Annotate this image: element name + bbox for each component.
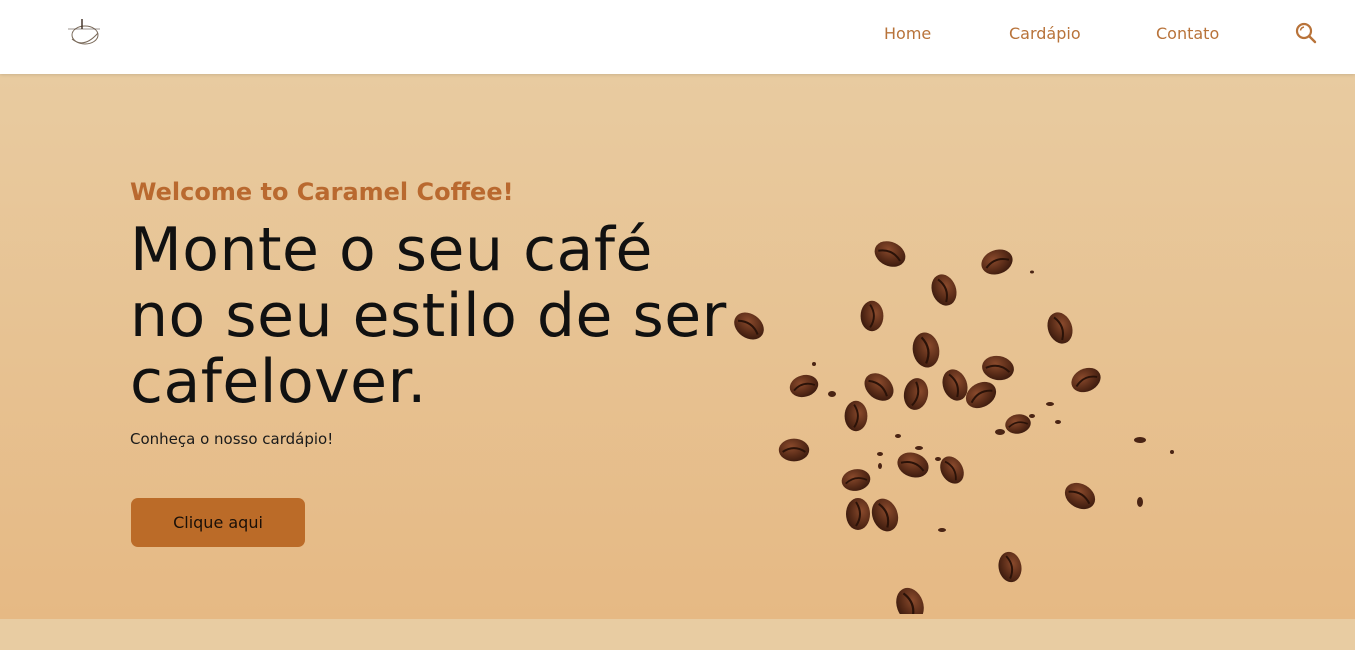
nav-home-link[interactable]: Home xyxy=(884,24,931,44)
flying-coffee-beans-image xyxy=(728,235,1174,614)
nav-contato-link[interactable]: Contato xyxy=(1156,24,1219,44)
hero-headline: Monte o seu café no seu estilo de ser ca… xyxy=(130,217,770,415)
headline-line: cafelover. xyxy=(130,347,427,417)
headline-line: no seu estilo de ser xyxy=(130,281,727,351)
caramel-coffee-logo[interactable] xyxy=(64,15,104,49)
search-icon[interactable] xyxy=(1295,22,1317,44)
section-divider xyxy=(0,619,1355,650)
nav-cardapio-link[interactable]: Cardápio xyxy=(1009,24,1081,44)
headline-line: Monte o seu café xyxy=(130,215,653,285)
clique-aqui-button[interactable]: Clique aqui xyxy=(131,498,305,547)
hero-subtext: Conheça o nosso cardápio! xyxy=(130,430,334,448)
welcome-text: Welcome to Caramel Coffee! xyxy=(130,178,514,206)
top-navbar: Home Cardápio Contato xyxy=(0,0,1355,74)
hero-section: Welcome to Caramel Coffee! Monte o seu c… xyxy=(0,74,1355,619)
